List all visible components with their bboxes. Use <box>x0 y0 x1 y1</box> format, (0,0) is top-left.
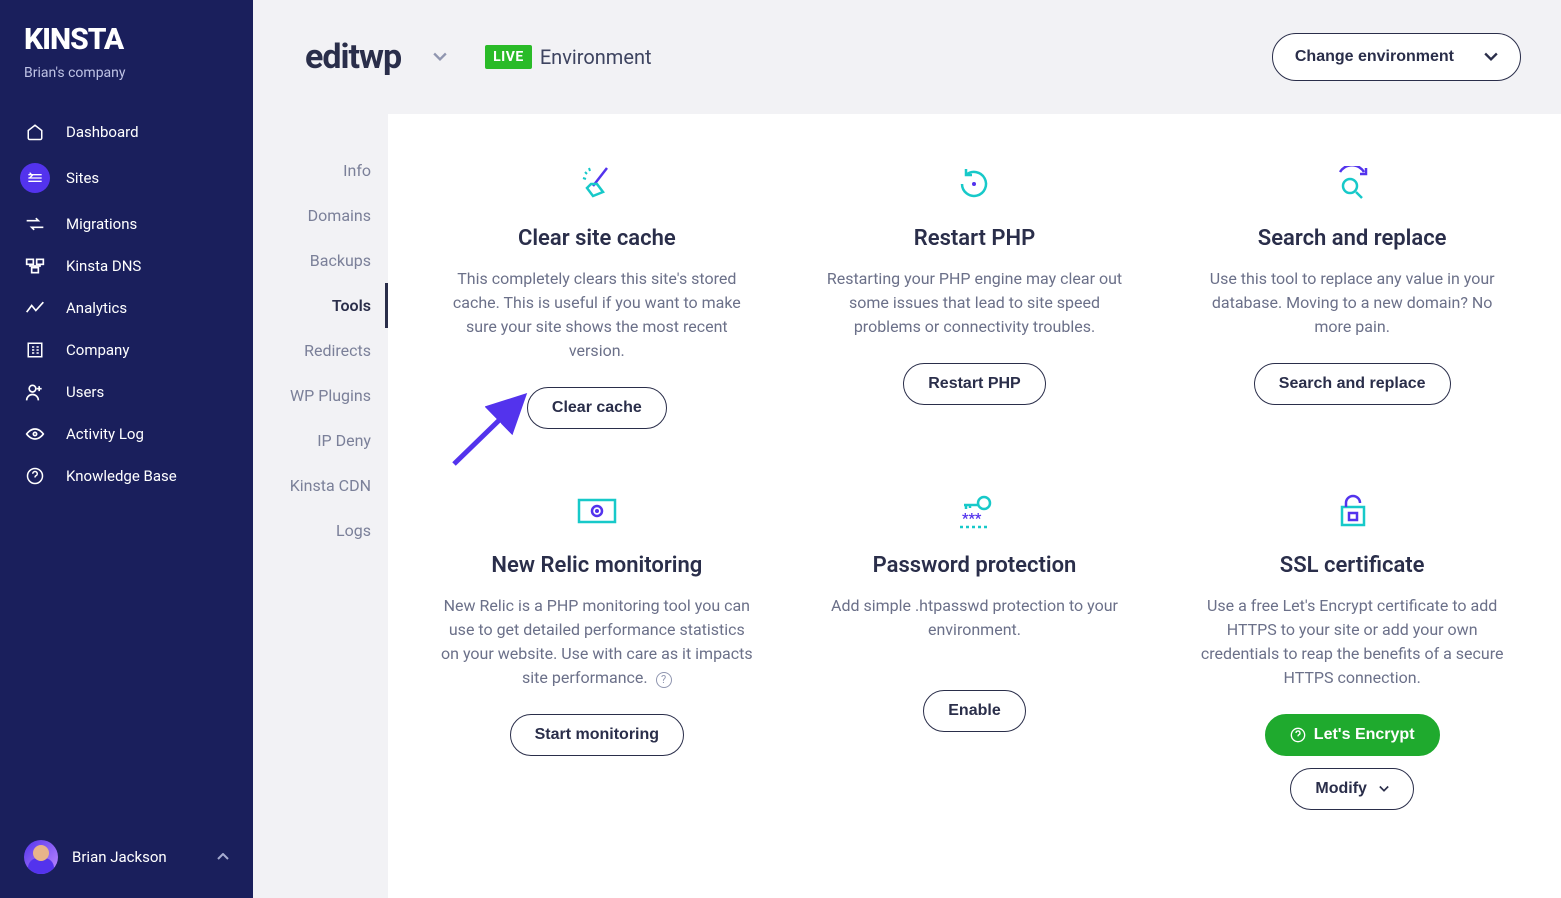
card-title: Restart PHP <box>914 226 1035 251</box>
subnav-backups[interactable]: Backups <box>253 238 388 283</box>
card-title: Clear site cache <box>518 226 676 251</box>
search-replace-icon <box>1330 160 1374 208</box>
nav-label: Kinsta DNS <box>66 257 141 275</box>
dns-icon <box>24 255 46 277</box>
primary-nav: Dashboard Sites Migrations Kinsta DNS An… <box>0 111 253 828</box>
card-restart-php: Restart PHP Restarting your PHP engine m… <box>786 160 1164 487</box>
subnav-info[interactable]: Info <box>253 148 388 193</box>
env-label: Environment <box>540 45 652 69</box>
nav-label: Migrations <box>66 215 137 233</box>
card-desc: This completely clears this site's store… <box>438 267 756 363</box>
card-title: Password protection <box>873 553 1077 578</box>
help-circle-icon <box>1290 727 1306 743</box>
card-desc: Restarting your PHP engine may clear out… <box>816 267 1134 339</box>
nav-label: Company <box>66 341 129 359</box>
topbar: editwp LIVE Environment Change environme… <box>253 0 1561 114</box>
body: Info Domains Backups Tools Redirects WP … <box>253 114 1561 898</box>
nav-activity[interactable]: Activity Log <box>0 413 253 455</box>
nav-users[interactable]: Users <box>0 371 253 413</box>
eye-icon <box>24 423 46 445</box>
company-label: Brian's company <box>0 65 253 111</box>
main: editwp LIVE Environment Change environme… <box>253 0 1561 898</box>
enable-password-button[interactable]: Enable <box>923 690 1025 732</box>
users-icon <box>24 381 46 403</box>
nav-sites[interactable]: Sites <box>0 153 253 203</box>
card-password: *** Password protection Add simple .htpa… <box>786 487 1164 868</box>
start-monitoring-button[interactable]: Start monitoring <box>510 714 684 756</box>
user-name: Brian Jackson <box>72 848 167 866</box>
ssl-lock-icon <box>1328 487 1376 535</box>
restart-icon <box>956 160 992 208</box>
nav-label: Sites <box>66 169 99 187</box>
site-name: editwp <box>305 37 401 77</box>
nav-label: Users <box>66 383 104 401</box>
card-title: New Relic monitoring <box>491 553 702 578</box>
nav-kb[interactable]: Knowledge Base <box>0 455 253 497</box>
modify-ssl-button[interactable]: Modify <box>1290 768 1414 810</box>
analytics-icon <box>24 297 46 319</box>
chevron-down-icon <box>1379 785 1389 793</box>
nav-dns[interactable]: Kinsta DNS <box>0 245 253 287</box>
chevron-up-icon <box>217 853 229 861</box>
avatar <box>24 840 58 874</box>
tools-cards: Clear site cache This completely clears … <box>408 160 1541 868</box>
monitoring-icon <box>575 487 619 535</box>
nav-company[interactable]: Company <box>0 329 253 371</box>
clear-cache-button[interactable]: Clear cache <box>527 387 667 429</box>
broom-sparkle-icon <box>577 160 617 208</box>
card-desc: Add simple .htpasswd protection to your … <box>816 594 1134 666</box>
subnav-tools[interactable]: Tools <box>253 283 388 328</box>
subnav-cdn[interactable]: Kinsta CDN <box>253 463 388 508</box>
site-subnav: Info Domains Backups Tools Redirects WP … <box>253 114 388 898</box>
nav-label: Dashboard <box>66 123 139 141</box>
subnav-logs[interactable]: Logs <box>253 508 388 553</box>
restart-php-button[interactable]: Restart PHP <box>903 363 1045 405</box>
card-title: Search and replace <box>1258 226 1447 251</box>
subnav-ip-deny[interactable]: IP Deny <box>253 418 388 463</box>
lets-encrypt-button[interactable]: Let's Encrypt <box>1265 714 1440 756</box>
subnav-wp-plugins[interactable]: WP Plugins <box>253 373 388 418</box>
sites-icon <box>20 163 50 193</box>
env-badge: LIVE <box>485 45 532 69</box>
user-bar[interactable]: Brian Jackson <box>0 828 253 886</box>
card-desc: New Relic is a PHP monitoring tool you c… <box>438 594 756 690</box>
nav-label: Analytics <box>66 299 127 317</box>
card-desc: Use a free Let's Encrypt certificate to … <box>1193 594 1511 690</box>
chevron-down-icon <box>1484 52 1498 62</box>
help-icon <box>24 465 46 487</box>
subnav-domains[interactable]: Domains <box>253 193 388 238</box>
nav-dashboard[interactable]: Dashboard <box>0 111 253 153</box>
chevron-down-icon[interactable] <box>433 52 447 62</box>
card-ssl: SSL certificate Use a free Let's Encrypt… <box>1163 487 1541 868</box>
card-new-relic: New Relic monitoring New Relic is a PHP … <box>408 487 786 868</box>
card-title: SSL certificate <box>1280 553 1425 578</box>
sidebar: KINSTA Brian's company Dashboard Sites M… <box>0 0 253 898</box>
subnav-redirects[interactable]: Redirects <box>253 328 388 373</box>
nav-label: Knowledge Base <box>66 467 177 485</box>
change-environment-button[interactable]: Change environment <box>1272 33 1521 81</box>
nav-migrations[interactable]: Migrations <box>0 203 253 245</box>
tools-content: Clear site cache This completely clears … <box>388 114 1561 898</box>
company-icon <box>24 339 46 361</box>
migrations-icon <box>24 213 46 235</box>
button-label: Let's Encrypt <box>1314 726 1415 744</box>
nav-label: Activity Log <box>66 425 144 443</box>
search-replace-button[interactable]: Search and replace <box>1254 363 1451 405</box>
card-search-replace: Search and replace Use this tool to repl… <box>1163 160 1541 487</box>
brand-logo: KINSTA <box>0 22 253 65</box>
card-clear-cache: Clear site cache This completely clears … <box>408 160 786 487</box>
button-label: Change environment <box>1295 48 1454 66</box>
password-icon: *** <box>952 487 996 535</box>
home-icon <box>24 121 46 143</box>
card-desc: Use this tool to replace any value in yo… <box>1193 267 1511 339</box>
button-label: Modify <box>1315 780 1367 798</box>
nav-analytics[interactable]: Analytics <box>0 287 253 329</box>
help-circle-icon[interactable]: ? <box>656 672 672 688</box>
svg-text:***: *** <box>962 511 982 527</box>
